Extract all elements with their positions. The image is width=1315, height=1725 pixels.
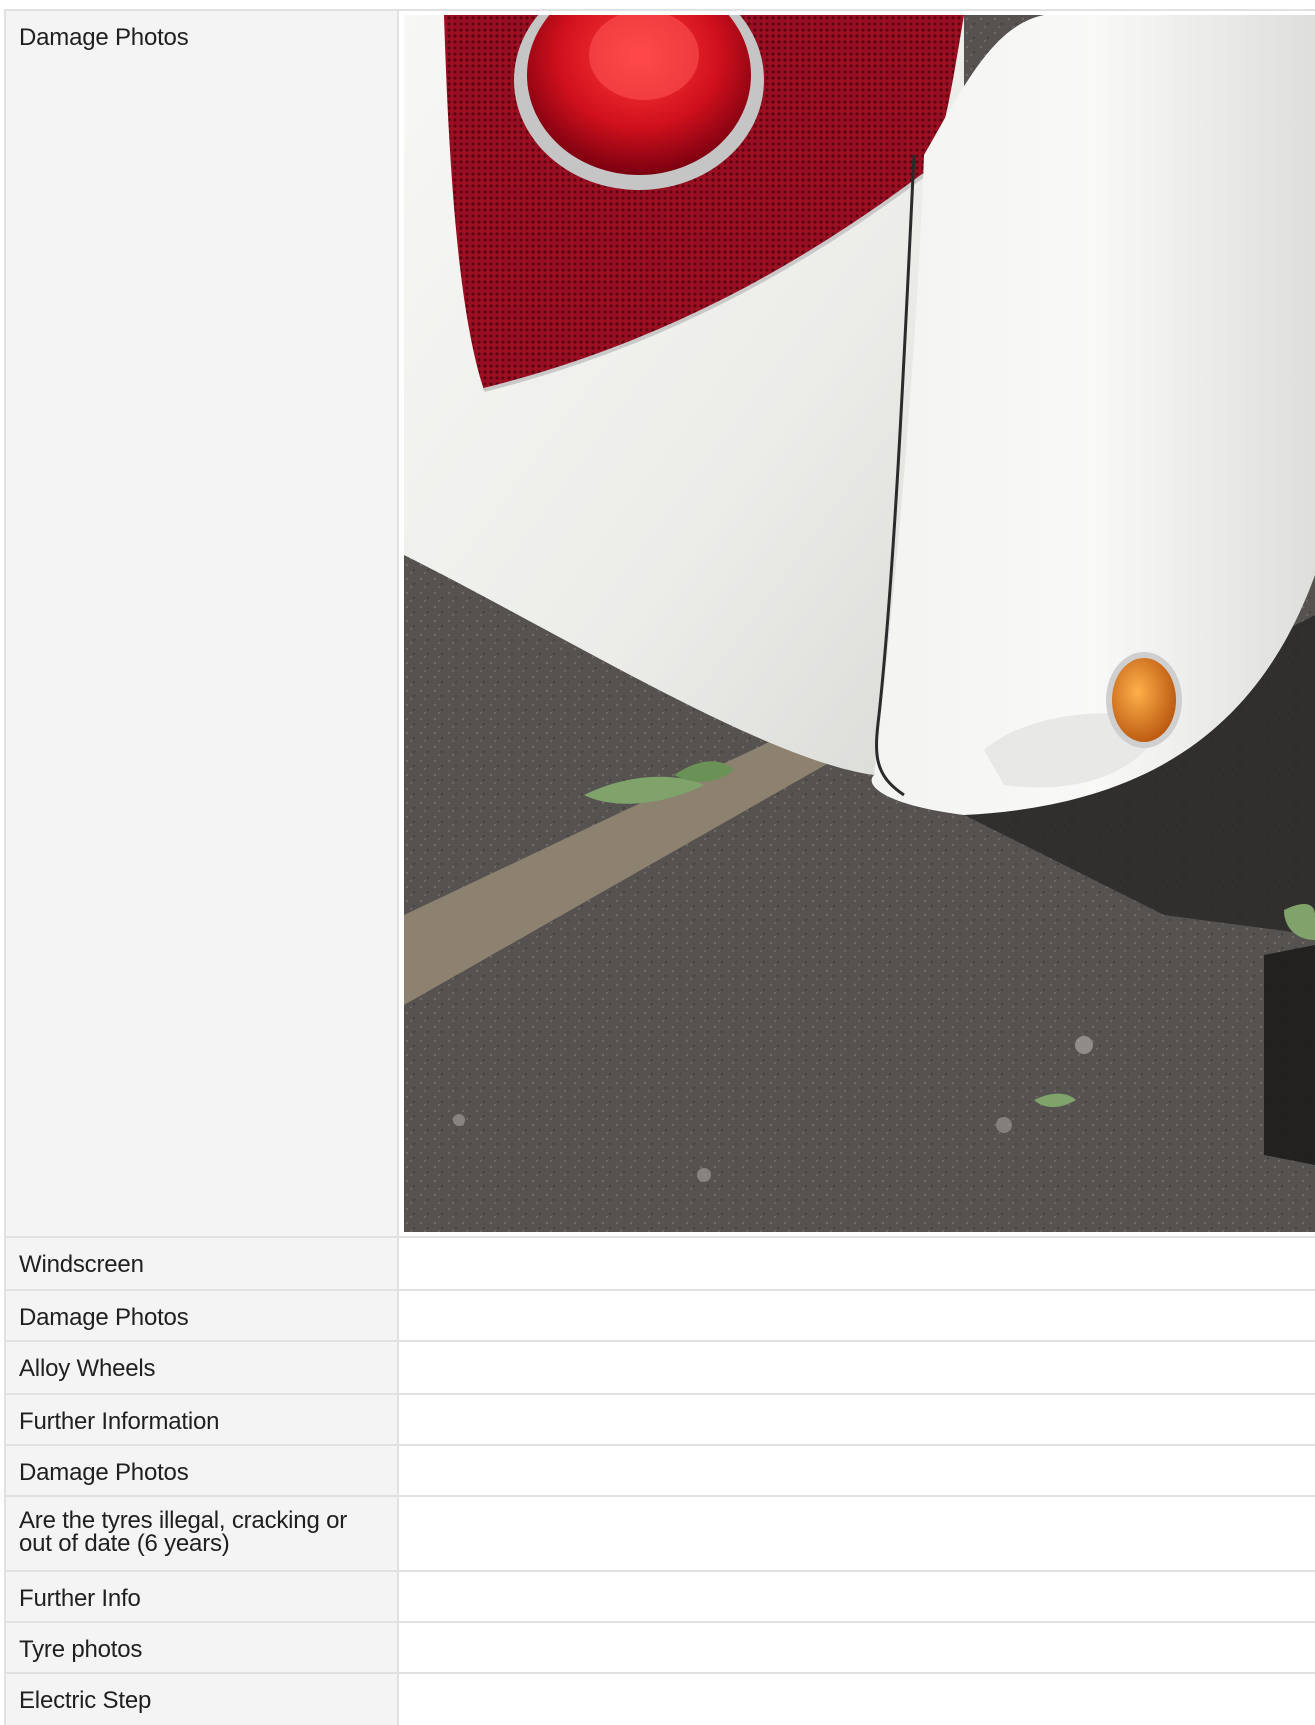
row-label: Alloy Wheels — [4, 1342, 399, 1393]
row-value — [399, 1446, 1315, 1495]
table-row: Are the tyres illegal, cracking or out o… — [4, 1497, 1315, 1572]
table-row: Tyre photos — [4, 1623, 1315, 1674]
table-row: Damage Photos — [4, 1446, 1315, 1497]
row-value — [399, 1238, 1315, 1289]
inspection-table: Damage Photos Windscreen Damage Photos A… — [4, 9, 1315, 1725]
row-label: Damage Photos — [4, 11, 399, 1236]
row-label: Damage Photos — [4, 1446, 399, 1495]
damage-photo-cell — [399, 11, 1315, 1236]
row-label: Further Info — [4, 1572, 399, 1621]
row-value — [399, 1623, 1315, 1672]
table-row: Damage Photos — [4, 9, 1315, 1238]
row-label: Windscreen — [4, 1238, 399, 1289]
table-row: Further Information — [4, 1395, 1315, 1446]
row-value — [399, 1342, 1315, 1393]
damage-photo[interactable] — [404, 15, 1315, 1232]
table-row: Windscreen — [4, 1238, 1315, 1291]
row-label: Damage Photos — [4, 1291, 399, 1340]
row-label: Further Information — [4, 1395, 399, 1444]
row-label: Tyre photos — [4, 1623, 399, 1672]
table-row: Damage Photos — [4, 1291, 1315, 1342]
row-value — [399, 1395, 1315, 1444]
table-row: Electric Step — [4, 1674, 1315, 1725]
row-value — [399, 1291, 1315, 1340]
row-label: Are the tyres illegal, cracking or out o… — [4, 1497, 399, 1570]
table-row: Alloy Wheels — [4, 1342, 1315, 1395]
row-value — [399, 1674, 1315, 1725]
table-row: Further Info — [4, 1572, 1315, 1623]
row-value — [399, 1572, 1315, 1621]
row-label: Electric Step — [4, 1674, 399, 1725]
row-value — [399, 1497, 1315, 1570]
